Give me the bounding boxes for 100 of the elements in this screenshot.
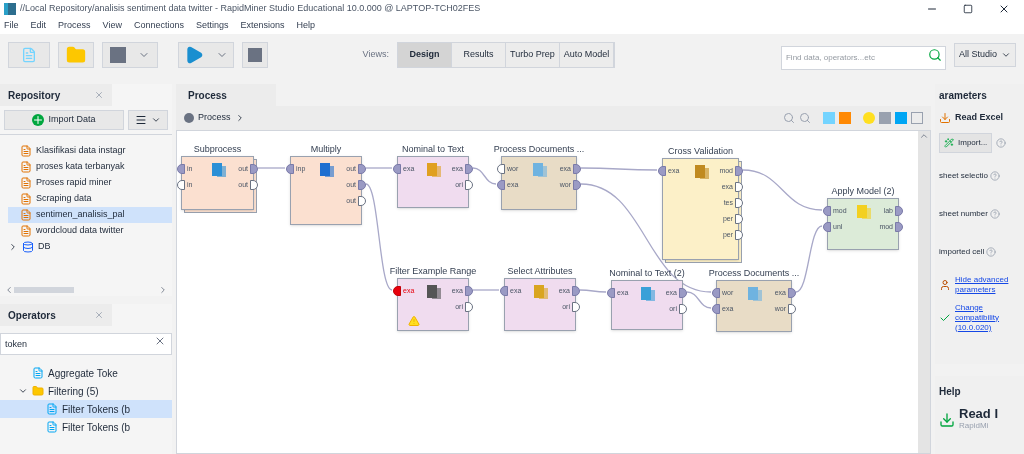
output-port[interactable] <box>735 230 743 240</box>
input-port[interactable] <box>823 222 831 232</box>
output-port[interactable] <box>735 166 743 176</box>
panel-tab[interactable]: Help <box>939 376 1020 399</box>
input-port[interactable] <box>286 164 294 174</box>
stop-button[interactable] <box>242 42 268 68</box>
panel-tab[interactable]: Repository <box>0 84 112 106</box>
menu-icon <box>135 114 147 126</box>
output-port[interactable] <box>788 288 796 298</box>
input-port[interactable] <box>497 164 505 174</box>
run-button[interactable] <box>178 42 234 68</box>
output-port[interactable] <box>735 198 743 208</box>
input-port[interactable] <box>500 286 508 296</box>
view-tab[interactable]: Auto Model <box>559 43 614 67</box>
repository-item[interactable]: Klasifikasi data instagr <box>8 143 172 159</box>
output-port[interactable] <box>895 206 903 216</box>
menu-item[interactable]: Help <box>296 19 316 33</box>
output-port[interactable] <box>465 180 473 190</box>
input-port[interactable] <box>177 180 185 190</box>
input-port[interactable] <box>823 206 831 216</box>
repository-menu-button[interactable] <box>128 110 168 130</box>
output-port[interactable] <box>358 196 366 206</box>
plus-icon <box>32 114 45 126</box>
input-port[interactable] <box>393 164 401 174</box>
view-tab[interactable]: Design <box>397 43 452 67</box>
output-port[interactable] <box>358 180 366 190</box>
repository-item[interactable]: sentimen_analisis_pal <box>8 207 172 223</box>
scroll-right-icon[interactable] <box>158 285 168 295</box>
output-port[interactable] <box>465 286 473 296</box>
download-icon <box>939 111 951 124</box>
input-port[interactable] <box>712 304 720 314</box>
operator-tree-item[interactable]: Filter Tokens (b <box>0 400 172 418</box>
parameter-link[interactable]: Change compatibility (10.0.020) <box>955 302 1020 333</box>
output-port[interactable] <box>573 180 581 190</box>
scope-dropdown[interactable]: All Studio <box>953 43 1016 67</box>
panel-tab[interactable]: Process <box>176 84 276 106</box>
output-port[interactable] <box>465 164 473 174</box>
scroll-up-icon[interactable] <box>919 131 929 141</box>
menu-item[interactable]: Settings <box>195 19 229 33</box>
breadcrumb[interactable]: Process <box>198 111 231 125</box>
input-port[interactable] <box>497 180 505 190</box>
parameter-link[interactable]: Hide advanced parameters <box>955 274 1020 295</box>
parameter-label: sheet selectio <box>939 169 988 182</box>
output-port[interactable] <box>572 286 580 296</box>
scroll-left-icon[interactable] <box>4 285 14 295</box>
output-port[interactable] <box>250 180 258 190</box>
input-port[interactable] <box>177 164 185 174</box>
repository-item[interactable]: Scraping data <box>8 191 172 207</box>
repository-item[interactable]: Proses rapid miner <box>8 175 172 191</box>
input-port[interactable] <box>658 166 666 176</box>
output-port[interactable] <box>735 214 743 224</box>
menu-item[interactable]: Extensions <box>240 19 285 33</box>
repository-item[interactable]: proses kata terbanyak <box>8 159 172 175</box>
menu-item[interactable]: View <box>102 19 122 33</box>
repository-item[interactable]: DB <box>8 239 172 255</box>
search-field[interactable]: Find data, operators...etc <box>780 45 946 70</box>
repository-item[interactable]: wordcloud data twitter <box>8 223 172 239</box>
parameter-label: imported cell <box>939 245 985 258</box>
operator-tree-item[interactable]: Aggregate Toke <box>0 364 172 382</box>
views-label: Views: <box>362 48 389 62</box>
import-button[interactable]: Import... <box>939 132 993 153</box>
output-port[interactable] <box>735 182 743 192</box>
input-port[interactable] <box>393 286 401 296</box>
output-port[interactable] <box>788 304 796 314</box>
output-port[interactable] <box>573 164 581 174</box>
input-port[interactable] <box>712 288 720 298</box>
import-data-button[interactable]: Import Data <box>4 110 124 130</box>
document-icon <box>32 367 44 379</box>
menu-item[interactable]: Process <box>58 19 91 33</box>
scrollbar-thumb[interactable] <box>14 287 74 293</box>
operator-tree-item[interactable]: Filter Tokens (b <box>0 418 172 436</box>
save-button[interactable] <box>102 42 158 68</box>
clear-icon[interactable] <box>154 335 166 347</box>
connector-line <box>257 167 286 169</box>
operator-tree-item[interactable]: Filtering (5) <box>0 382 172 400</box>
operator-label: Filter Example Range <box>388 265 478 278</box>
output-port[interactable] <box>250 164 258 174</box>
panel-tab[interactable]: arameters <box>939 84 1020 103</box>
view-tab[interactable]: Turbo Prep <box>505 43 560 67</box>
wand-icon <box>944 137 954 148</box>
output-port[interactable] <box>572 302 580 312</box>
view-tab[interactable]: Results <box>451 43 506 67</box>
operator-search-field[interactable]: token <box>0 333 172 355</box>
vertical-scrollbar[interactable] <box>918 131 930 453</box>
panel-tab[interactable]: Operators <box>0 304 112 326</box>
menu-item[interactable]: Connections <box>133 19 184 33</box>
maximize-icon <box>963 4 973 14</box>
output-port[interactable] <box>895 222 903 232</box>
output-port[interactable] <box>358 164 366 174</box>
output-port[interactable] <box>679 288 687 298</box>
input-port[interactable] <box>607 288 615 298</box>
output-port[interactable] <box>679 304 687 314</box>
expand-icon[interactable] <box>8 242 18 252</box>
menu-item[interactable]: File <box>4 19 19 33</box>
process-icon <box>20 209 32 221</box>
operator-icon <box>532 283 550 301</box>
process-icon <box>20 161 32 173</box>
output-port[interactable] <box>465 302 473 312</box>
expand-icon[interactable] <box>18 386 28 396</box>
menu-item[interactable]: Edit <box>30 19 47 33</box>
